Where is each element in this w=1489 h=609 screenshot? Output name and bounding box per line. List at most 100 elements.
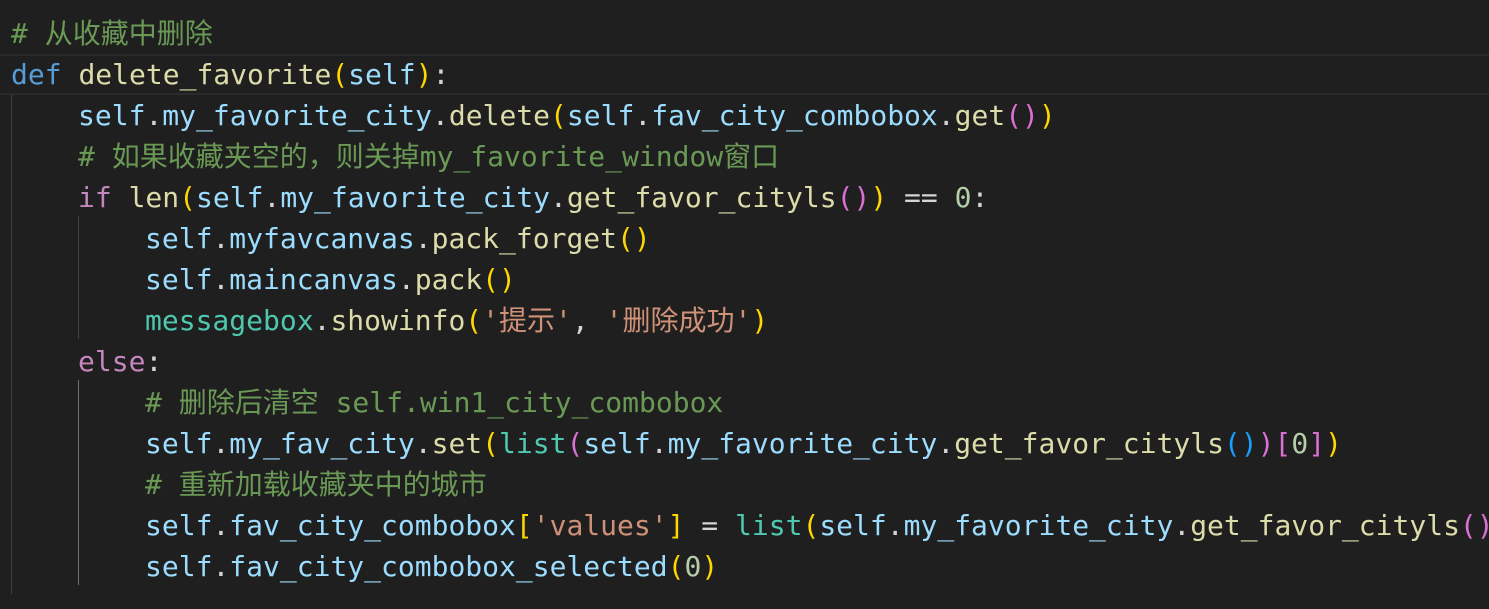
code-line-text: if len(self.my_favorite_city.get_favor_c… — [78, 177, 988, 218]
code-token: self — [348, 58, 416, 91]
code-token: . — [212, 222, 230, 255]
code-line-text: def delete_favorite(self): — [11, 56, 449, 93]
code-token: ( — [566, 427, 584, 460]
code-token: ( — [331, 58, 349, 91]
code-token: my_favorite_city — [162, 99, 433, 132]
code-line[interactable]: self.fav_city_combobox_selected(0) — [0, 546, 1489, 587]
code-token: self — [145, 509, 213, 542]
code-token: # 从收藏中删除 — [11, 17, 213, 50]
code-token: () — [1005, 99, 1039, 132]
code-token: showinfo — [330, 304, 466, 337]
code-token: () — [482, 263, 516, 296]
code-token: . — [1173, 509, 1191, 542]
code-line[interactable]: self.my_fav_city.set(list(self.my_favori… — [0, 423, 1489, 464]
code-line[interactable]: messagebox.showinfo('提示', '删除成功') — [0, 300, 1489, 341]
code-token: self — [145, 222, 213, 255]
code-line-text: # 如果收藏夹空的，则关掉my_favorite_window窗口 — [78, 136, 779, 177]
code-token: else — [78, 345, 146, 378]
code-token: . — [650, 427, 668, 460]
code-token: messagebox — [145, 304, 314, 337]
code-token: maincanvas — [229, 263, 398, 296]
code-token: . — [432, 99, 449, 132]
code-line[interactable]: self.myfavcanvas.pack_forget() — [0, 218, 1489, 259]
code-token: 0 — [684, 550, 702, 583]
code-token: ) — [1257, 427, 1275, 460]
code-token: 0 — [954, 181, 972, 214]
code-token: self — [566, 99, 635, 132]
code-line[interactable]: self.my_favorite_city.delete(self.fav_ci… — [0, 95, 1489, 136]
code-token: '删除成功' — [605, 304, 752, 337]
code-token: self — [196, 181, 264, 214]
code-token: () — [617, 222, 651, 255]
code-token: myfavcanvas — [229, 222, 415, 255]
code-token: 'values' — [532, 509, 668, 542]
code-token: ) — [1038, 99, 1056, 132]
code-line-text: else: — [78, 341, 162, 382]
code-token: pack — [414, 263, 483, 296]
code-line[interactable]: def delete_favorite(self): — [0, 54, 1489, 95]
code-editor[interactable]: # 从收藏中删除 def delete_favorite(self): self.m… — [0, 0, 1489, 609]
code-token: = — [684, 509, 736, 542]
code-line-text: # 重新加载收藏夹中的城市 — [145, 464, 487, 505]
code-token: . — [212, 263, 230, 296]
code-token: . — [313, 304, 331, 337]
code-line[interactable]: # 如果收藏夹空的，则关掉my_favorite_window窗口 — [0, 136, 1489, 177]
code-token: [ — [515, 509, 533, 542]
code-line[interactable]: # 从收藏中删除 — [0, 13, 1489, 54]
code-line-text: # 删除后清空 self.win1_city_combobox — [145, 382, 723, 423]
code-token: list — [499, 427, 567, 460]
code-token: 0 — [1291, 427, 1309, 460]
code-token: my_favorite_city — [903, 509, 1174, 542]
code-line[interactable]: # 删除后清空 self.win1_city_combobox — [0, 382, 1489, 423]
code-token: () — [836, 181, 871, 214]
code-line[interactable]: self.maincanvas.pack() — [0, 259, 1489, 300]
code-token: . — [212, 550, 230, 583]
code-token: ) — [1325, 427, 1342, 460]
code-token: ] — [667, 509, 685, 542]
code-token: ( — [482, 427, 500, 460]
code-token: . — [886, 509, 904, 542]
code-token: get_favor_cityls — [566, 181, 837, 214]
code-token: pack_forget — [431, 222, 618, 255]
code-token: self — [145, 263, 213, 296]
code-token: self — [145, 427, 213, 460]
code-token: , — [571, 304, 606, 337]
code-line[interactable]: # 重新加载收藏夹中的城市 — [0, 464, 1489, 505]
code-line-text: self.my_favorite_city.delete(self.fav_ci… — [78, 95, 1056, 136]
code-token: # 删除后清空 self.win1_city_combobox — [145, 386, 724, 419]
code-token: . — [937, 427, 955, 460]
code-token: ) — [415, 58, 433, 91]
code-line[interactable]: else: — [0, 341, 1489, 382]
code-token: ) — [870, 181, 888, 214]
code-token: my_fav_city — [229, 427, 415, 460]
code-token: ] — [1308, 427, 1326, 460]
code-line-text: self.maincanvas.pack() — [145, 259, 516, 300]
code-token: fav_city_combobox_selected — [229, 550, 668, 583]
code-token: get_favor_cityls — [1190, 509, 1460, 542]
code-token: : — [432, 58, 450, 91]
code-line-text: self.fav_city_combobox['values'] = list(… — [145, 505, 1489, 546]
code-token: ( — [465, 304, 483, 337]
code-token: ( — [550, 99, 567, 132]
code-token: () — [1223, 427, 1258, 460]
code-token: [ — [1274, 427, 1292, 460]
code-token: . — [263, 181, 281, 214]
code-token: '提示' — [482, 304, 572, 337]
code-token: # 如果收藏夹空的，则关掉my_favorite_window窗口 — [78, 140, 780, 173]
code-token: ( — [667, 550, 685, 583]
code-token: set — [431, 427, 483, 460]
code-line[interactable]: if len(self.my_favorite_city.get_favor_c… — [0, 177, 1489, 218]
code-token: : — [971, 181, 989, 214]
code-token: . — [937, 99, 955, 132]
code-token: delete — [448, 99, 551, 132]
code-token: . — [550, 181, 567, 214]
code-token: . — [212, 427, 230, 460]
code-token: if — [78, 181, 112, 214]
code-line-text: self.my_fav_city.set(list(self.my_favori… — [145, 423, 1342, 464]
code-token: self — [583, 427, 651, 460]
code-token: self — [78, 99, 146, 132]
code-line[interactable]: self.fav_city_combobox['values'] = list(… — [0, 505, 1489, 546]
code-token: ) — [751, 304, 769, 337]
code-token: () — [1459, 509, 1489, 542]
